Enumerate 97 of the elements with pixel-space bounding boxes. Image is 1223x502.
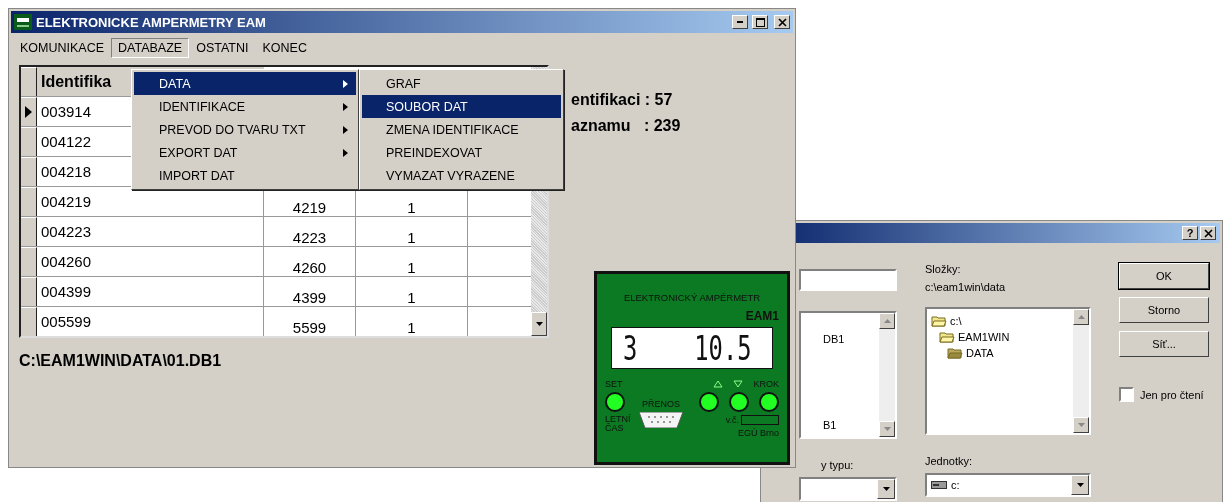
table-cell: 1 [356,307,468,336]
folders-label: Složky: [925,263,962,275]
maker-label: EGÚ Brno [738,428,779,438]
down-arrow-icon [883,427,891,431]
menu-item[interactable]: DATA [134,72,356,95]
menu-bar-item[interactable]: OSTATNI [189,38,256,58]
row-header[interactable] [21,187,37,216]
table-cell: 004399 [37,277,264,306]
file-path: C:\EAM1WIN\DATA\01.DB1 [19,352,223,370]
table-cell: 1 [356,277,468,306]
row-header[interactable] [21,277,37,306]
row-header[interactable] [21,127,37,156]
drives-label: Jednotky: [925,455,974,467]
submenu-arrow-icon [343,102,348,111]
key-label: KROK [753,379,779,389]
maximize-icon [755,17,765,27]
serial-number-box [741,415,779,425]
table-cell: 1 [356,247,468,276]
scrollbar[interactable] [1073,309,1089,433]
menu-item[interactable]: PREINDEXOVAT [362,141,561,164]
file-type-dropdown[interactable] [799,477,897,501]
help-button[interactable]: ? [1182,226,1198,240]
file-item[interactable]: DB1 [823,333,875,345]
folder-item[interactable]: EAM1WIN [931,329,1069,345]
row-header[interactable] [21,307,37,336]
read-only-checkbox[interactable]: Jen pro čtení [1119,387,1209,402]
down-arrow-icon [1077,423,1085,427]
drive-icon [931,481,947,489]
key-label: SET [605,379,624,389]
folder-tree[interactable]: c:\ EAM1WIN DATA [925,307,1091,435]
table-cell: 5599 [264,307,356,336]
stat-text: aznamu : 239 [571,117,682,135]
scrollbar[interactable] [879,313,895,437]
down-button[interactable] [729,392,749,412]
folder-icon [931,315,947,327]
up-arrow-icon [1077,315,1085,319]
submenu-arrow-icon [343,125,348,134]
row-header[interactable] [21,247,37,276]
table-cell: 4223 [264,217,356,246]
close-button[interactable] [1200,226,1216,240]
file-list[interactable]: DB1 B1 [799,311,897,439]
set-button[interactable] [605,392,625,412]
maximize-button[interactable] [752,15,768,29]
device-model: EAM1 [744,309,779,323]
table-cell: 1 [356,217,468,246]
serial-connector-icon [639,412,683,428]
menu-bar-item[interactable]: KONEC [255,38,314,58]
table-cell: 4399 [264,277,356,306]
folder-icon [939,331,955,343]
submenu-arrow-icon [343,148,348,157]
table-cell: 4260 [264,247,356,276]
down-triangle-icon [733,380,744,388]
app-icon [14,14,32,30]
device-title: ELEKTRONICKÝ AMPÉRMETR [622,292,762,303]
submenu-arrow-icon [343,79,348,88]
up-triangle-icon [713,380,724,388]
display-digit: 3 [623,331,638,365]
menu-bar-item[interactable]: KOMUNIKACE [13,38,112,58]
table-cell: 004223 [37,217,264,246]
dialog-button[interactable]: OK [1119,263,1209,289]
step-button[interactable] [759,392,779,412]
key-label: LETNÍ ČAS [605,415,632,434]
table-cell: 005599 [37,307,264,336]
folder-icon [947,347,963,359]
serial-label: v.č. [725,415,739,425]
key-label: PŘENOS [642,399,680,409]
current-row-icon [25,106,32,118]
display-value: 10.5 [694,331,752,365]
down-arrow-icon [1076,483,1084,487]
drive-dropdown[interactable]: c: [925,473,1091,497]
row-header[interactable] [21,97,37,126]
file-item[interactable]: B1 [823,419,875,431]
file-name-field[interactable] [799,269,897,291]
row-header[interactable] [21,157,37,186]
table-cell: 004260 [37,247,264,276]
minimize-button[interactable] [732,15,748,29]
menu-item[interactable]: ZMENA IDENTIFIKACE [362,118,561,141]
menu-item[interactable]: VYMAZAT VYRAZENE [362,164,561,187]
file-type-label: y typu: [820,459,855,471]
current-folder-path: c:\eam1win\data [925,281,1007,293]
window-title: ELEKTRONICKE AMPERMETRY EAM [36,14,266,30]
minimize-icon [737,21,743,23]
scroll-down-button[interactable] [531,312,547,336]
up-arrow-icon [883,319,891,323]
down-arrow-icon [535,322,543,326]
menu-bar-item[interactable]: DATABAZE [111,38,190,58]
menu-item[interactable]: SOUBOR DAT [362,95,561,118]
up-button[interactable] [699,392,719,412]
dialog-button[interactable]: Síť... [1119,331,1209,357]
folder-item[interactable]: DATA [931,345,1069,361]
stat-text: entifikaci : 57 [571,91,674,109]
folder-item[interactable]: c:\ [931,313,1069,329]
dialog-button[interactable]: Storno [1119,297,1209,323]
close-button[interactable] [774,15,790,29]
row-header[interactable] [21,217,37,246]
menu-item[interactable]: GRAF [362,72,561,95]
down-arrow-icon [882,487,890,491]
